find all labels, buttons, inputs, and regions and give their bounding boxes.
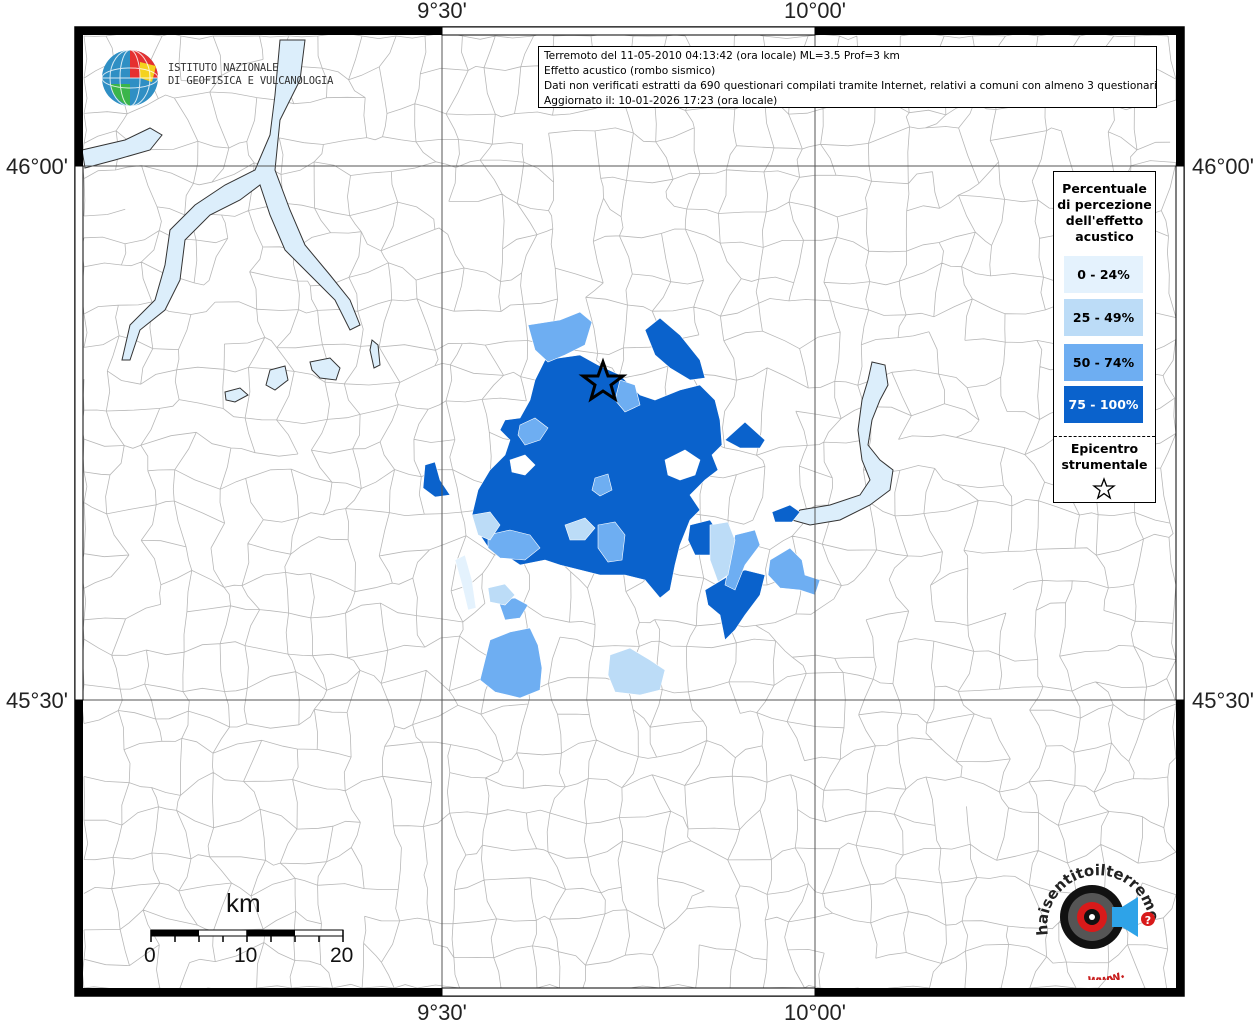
scale-tick-0: 0: [144, 944, 156, 967]
legend-epicenter-line: Epicentro: [1070, 441, 1139, 456]
legend-class-1: 25 - 49%: [1064, 299, 1143, 336]
effect-type: Effetto acustico (rombo sismico): [544, 65, 716, 77]
event-title: Terremoto del 11-05-2010 04:13:42 (ora l…: [544, 50, 900, 62]
event-info-box: Terremoto del 11-05-2010 04:13:42 (ora l…: [538, 46, 1157, 108]
lat-label-right-1: 46°00': [1192, 154, 1254, 179]
logo-url: www.: [1086, 967, 1127, 980]
legend-title-line: acustico: [1075, 229, 1134, 244]
svg-text:?: ?: [1145, 914, 1151, 927]
lat-label-right-2: 45°30': [1192, 688, 1254, 713]
lon-label-top-1: 9°30': [417, 0, 467, 23]
legend-epicenter-line: strumentale: [1061, 457, 1148, 472]
scale-tick-20: 20: [330, 944, 354, 967]
legend-separator: [1054, 436, 1155, 437]
lat-label-left-1: 46°00': [6, 154, 68, 179]
haisentito-logo: haisentitoilterremoto.it www. ?: [1030, 855, 1163, 980]
svg-text:www.: www.: [1086, 967, 1127, 980]
legend-title-line: di percezione: [1057, 197, 1152, 212]
institute-line-2: DI GEOFISICA E VULCANOLOGIA: [168, 75, 334, 87]
legend-title: Percentuale di percezione dell'effetto a…: [1054, 181, 1155, 245]
legend-class-3: 75 - 100%: [1064, 386, 1143, 423]
legend-title-line: dell'effetto: [1065, 213, 1144, 228]
lon-label-bottom-1: 9°30': [417, 1000, 467, 1024]
legend-class-2: 50 - 74%: [1064, 344, 1143, 381]
legend-class-0: 0 - 24%: [1064, 256, 1143, 293]
legend-title-line: Percentuale: [1062, 181, 1147, 196]
legend-epicenter-title: Epicentro strumentale: [1054, 441, 1155, 473]
lon-label-top-2: 10°00': [784, 0, 846, 23]
update-time: Aggiornato il: 10-01-2026 17:23 (ora loc…: [544, 95, 778, 107]
data-note: Dati non verificati estratti da 690 ques…: [544, 80, 1157, 92]
legend-star-icon: [1092, 477, 1116, 500]
legend: Percentuale di percezione dell'effetto a…: [1053, 171, 1156, 503]
globe-icon: [101, 49, 159, 107]
lat-label-left-2: 45°30': [6, 688, 68, 713]
scale-tick-10: 10: [234, 944, 258, 967]
lon-label-bottom-2: 10°00': [784, 1000, 846, 1024]
institute-name: ISTITUTO NAZIONALE DI GEOFISICA E VULCAN…: [168, 62, 333, 88]
institute-line-1: ISTITUTO NAZIONALE: [168, 62, 279, 74]
